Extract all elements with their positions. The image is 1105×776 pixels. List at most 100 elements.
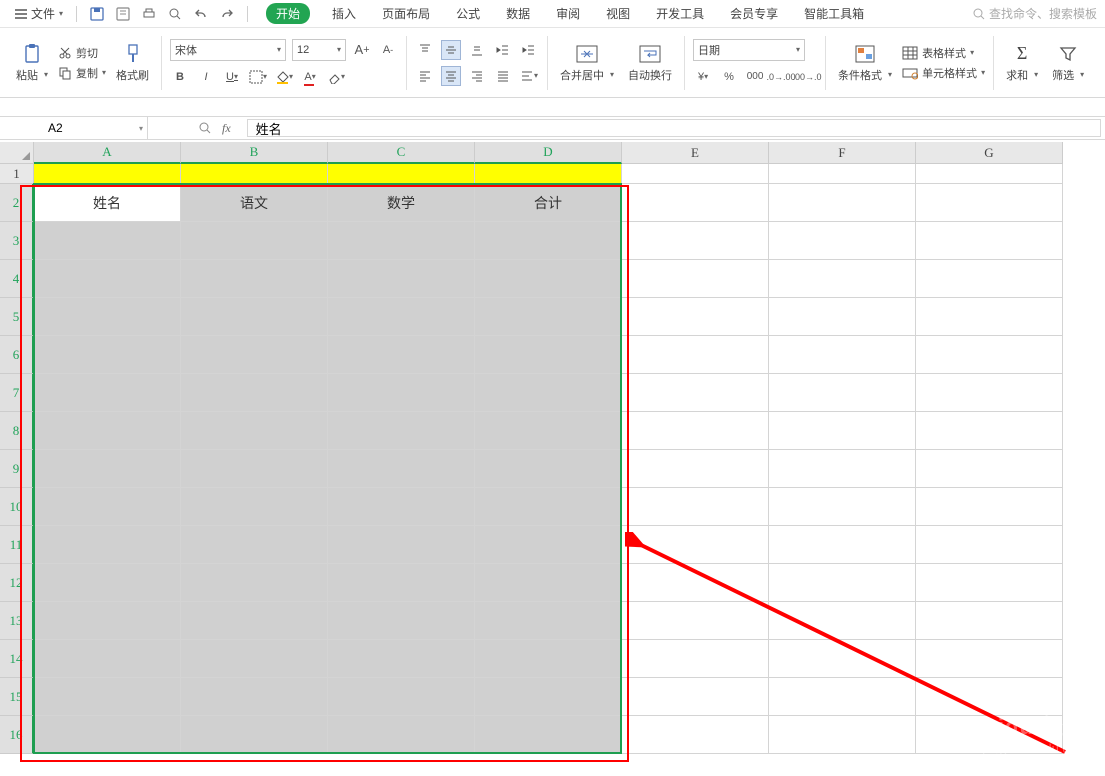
decrease-decimal-button[interactable]: .00→.0 xyxy=(797,67,817,87)
cell[interactable] xyxy=(475,374,622,412)
cell[interactable] xyxy=(181,336,328,374)
row-header[interactable]: 6 xyxy=(0,336,34,374)
tab-data[interactable]: 数据 xyxy=(502,3,534,24)
align-left-button[interactable] xyxy=(415,66,435,86)
row-header[interactable]: 10 xyxy=(0,488,34,526)
cell[interactable] xyxy=(622,450,769,488)
cell[interactable] xyxy=(328,260,475,298)
row-header[interactable]: 16 xyxy=(0,716,34,754)
cell[interactable] xyxy=(181,260,328,298)
cell[interactable] xyxy=(769,336,916,374)
cell[interactable] xyxy=(34,298,181,336)
cell[interactable] xyxy=(475,526,622,564)
name-box[interactable]: A2 ▾ xyxy=(0,117,148,139)
col-header-d[interactable]: D xyxy=(475,142,622,164)
cell[interactable] xyxy=(475,678,622,716)
fx-icon[interactable]: fx xyxy=(222,121,231,136)
cell[interactable] xyxy=(622,716,769,754)
cell[interactable] xyxy=(328,298,475,336)
copy-button[interactable]: 复制▾ xyxy=(58,65,106,81)
cell[interactable] xyxy=(916,602,1063,640)
save-icon[interactable] xyxy=(89,6,105,22)
cell[interactable] xyxy=(181,164,328,184)
cell[interactable] xyxy=(769,374,916,412)
cell[interactable] xyxy=(34,164,181,184)
row-header[interactable]: 13 xyxy=(0,602,34,640)
formula-input[interactable]: 姓名 xyxy=(247,119,1101,137)
cell[interactable] xyxy=(769,678,916,716)
cell[interactable] xyxy=(328,678,475,716)
tab-member[interactable]: 会员专享 xyxy=(726,3,782,24)
cell[interactable] xyxy=(916,298,1063,336)
font-color-button[interactable]: A▾ xyxy=(300,67,320,87)
row-header[interactable]: 8 xyxy=(0,412,34,450)
save-as-icon[interactable] xyxy=(115,6,131,22)
cell[interactable] xyxy=(34,526,181,564)
cell[interactable] xyxy=(916,336,1063,374)
cell[interactable] xyxy=(475,260,622,298)
percent-button[interactable]: % xyxy=(719,67,739,87)
col-header-c[interactable]: C xyxy=(328,142,475,164)
auto-wrap-button[interactable]: 自动换行 xyxy=(624,41,676,85)
increase-font-button[interactable]: A+ xyxy=(352,40,372,60)
cell[interactable] xyxy=(34,716,181,754)
cell[interactable] xyxy=(769,222,916,260)
cells-area[interactable]: 姓名 语文 数学 合计 xyxy=(34,164,1105,776)
cell[interactable] xyxy=(769,640,916,678)
print-icon[interactable] xyxy=(141,6,157,22)
row-header[interactable]: 2 xyxy=(0,184,34,222)
cell[interactable] xyxy=(475,298,622,336)
cell[interactable] xyxy=(181,488,328,526)
currency-button[interactable]: ¥▾ xyxy=(693,67,713,87)
cell[interactable] xyxy=(34,678,181,716)
cell[interactable] xyxy=(916,526,1063,564)
row-header[interactable]: 15 xyxy=(0,678,34,716)
cell[interactable] xyxy=(916,564,1063,602)
cell[interactable] xyxy=(34,640,181,678)
cell[interactable] xyxy=(475,716,622,754)
table-style-button[interactable]: 表格样式▾ xyxy=(902,45,985,61)
cell[interactable] xyxy=(916,260,1063,298)
cell[interactable] xyxy=(328,716,475,754)
tab-view[interactable]: 视图 xyxy=(602,3,634,24)
format-painter-button[interactable]: 格式刷 xyxy=(112,41,153,85)
col-header-a[interactable]: A xyxy=(34,142,181,164)
cell[interactable] xyxy=(181,374,328,412)
row-header[interactable]: 1 xyxy=(0,164,34,184)
increase-indent-button[interactable] xyxy=(519,40,539,60)
cell[interactable] xyxy=(622,412,769,450)
row-header[interactable]: 12 xyxy=(0,564,34,602)
increase-decimal-button[interactable]: .0→.00 xyxy=(771,67,791,87)
align-top-button[interactable] xyxy=(415,40,435,60)
italic-button[interactable]: I xyxy=(196,67,216,87)
cell[interactable] xyxy=(181,602,328,640)
row-header[interactable]: 3 xyxy=(0,222,34,260)
cell[interactable] xyxy=(622,374,769,412)
font-size-combo[interactable]: 12▾ xyxy=(292,39,346,61)
align-bottom-button[interactable] xyxy=(467,40,487,60)
tab-page-layout[interactable]: 页面布局 xyxy=(378,3,434,24)
cell[interactable] xyxy=(622,298,769,336)
decrease-indent-button[interactable] xyxy=(493,40,513,60)
cell[interactable] xyxy=(769,164,916,184)
cell[interactable] xyxy=(622,602,769,640)
cell-style-button[interactable]: 单元格样式▾ xyxy=(902,65,985,81)
cell[interactable] xyxy=(328,374,475,412)
paste-button[interactable]: 粘贴▾ xyxy=(12,41,52,85)
cell[interactable] xyxy=(475,640,622,678)
tab-home[interactable]: 开始 xyxy=(266,3,310,24)
cell[interactable] xyxy=(181,678,328,716)
cell[interactable] xyxy=(328,164,475,184)
cell[interactable] xyxy=(916,184,1063,222)
cell[interactable] xyxy=(181,450,328,488)
cell[interactable] xyxy=(34,488,181,526)
cell[interactable] xyxy=(622,640,769,678)
col-header-b[interactable]: B xyxy=(181,142,328,164)
tab-review[interactable]: 审阅 xyxy=(552,3,584,24)
cell[interactable] xyxy=(769,260,916,298)
cell[interactable] xyxy=(916,164,1063,184)
command-search[interactable]: 查找命令、搜索模板 xyxy=(973,5,1097,22)
cell[interactable] xyxy=(181,564,328,602)
fill-color-button[interactable]: ▾ xyxy=(274,67,294,87)
cell[interactable] xyxy=(34,222,181,260)
